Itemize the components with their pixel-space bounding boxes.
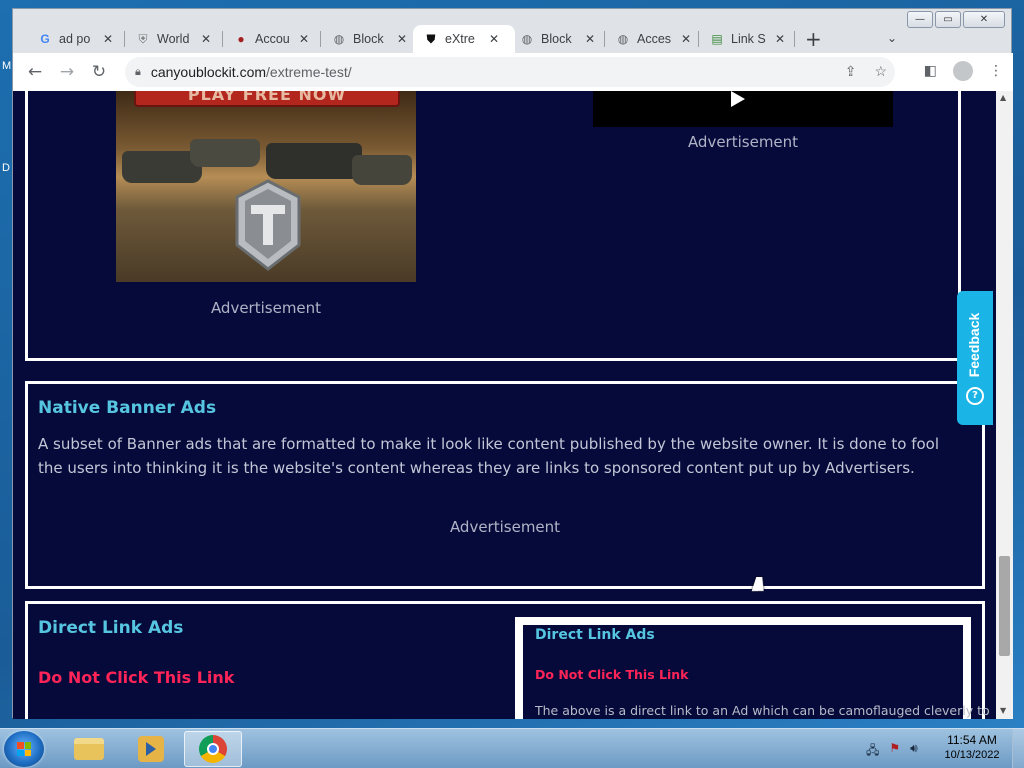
tab-blocked-1[interactable]: ◍ Block ✕	[321, 25, 419, 53]
tab-title: Link S	[731, 32, 766, 46]
desktop-icon-label: M	[2, 60, 12, 72]
close-tab-icon[interactable]: ✕	[583, 32, 597, 46]
close-tab-icon[interactable]: ✕	[199, 32, 213, 46]
tank-shape	[266, 143, 362, 179]
tab-account[interactable]: ● Accou ✕	[223, 25, 321, 53]
tank-shape	[352, 155, 412, 185]
tab-title: eXtre	[445, 32, 475, 46]
tab-title: World	[157, 32, 190, 46]
tab-title: ad po	[59, 32, 91, 46]
shield-icon: ⛊	[426, 31, 436, 46]
game-logo-icon	[235, 179, 301, 271]
media-player-icon	[138, 736, 164, 762]
volume-icon[interactable]: 🔊︎	[910, 741, 918, 762]
bookmark-star-icon[interactable]: ☆	[874, 63, 887, 80]
advertisement-label: Advertisement	[687, 133, 799, 151]
native-banner-ads-section: Native Banner Ads A subset of Banner ads…	[25, 381, 985, 589]
taskbar-media-player[interactable]	[122, 731, 180, 767]
tab-title: Accou	[255, 32, 290, 46]
tab-world[interactable]: ⛨ World ✕	[125, 25, 223, 53]
start-button[interactable]	[4, 731, 44, 767]
taskbar-chrome[interactable]	[184, 731, 242, 767]
tab-search-chevron-icon[interactable]: ⌄	[887, 31, 897, 45]
tab-ad-pop[interactable]: G ad po ✕	[27, 25, 125, 53]
tab-extreme-test[interactable]: ⛊ eXtre ✕	[413, 25, 515, 53]
scroll-thumb[interactable]	[999, 556, 1010, 656]
back-button[interactable]: ←	[21, 58, 49, 86]
address-bar[interactable]: 🔒︎ canyoublockit.com/extreme-test/ ⇪ ☆	[125, 57, 895, 87]
shield-icon: ⛨	[138, 31, 148, 46]
page-scrollbar[interactable]: ▲ ▼	[996, 91, 1013, 719]
link-icon: ▤	[711, 32, 723, 46]
globe-icon: ◍	[333, 32, 345, 46]
network-icon[interactable]: 🖧︎	[866, 741, 879, 762]
google-icon: G	[40, 32, 50, 46]
url-domain: canyoublockit.com	[150, 64, 267, 80]
tab-separator	[794, 31, 795, 47]
close-tab-icon[interactable]: ✕	[395, 32, 409, 46]
close-tab-icon[interactable]: ✕	[101, 32, 115, 46]
forward-button[interactable]: →	[53, 58, 81, 86]
taskbar-explorer[interactable]	[60, 731, 118, 767]
clock-time: 11:54 AM	[947, 733, 997, 747]
browser-window: — ▭ ✕ G ad po ✕ ⛨ World ✕ ● Accou ✕ ◍ Bl…	[12, 8, 1013, 719]
tab-blocked-2[interactable]: ◍ Block ✕	[509, 25, 605, 53]
windows-logo-icon	[17, 742, 31, 756]
video-ad-player[interactable]	[593, 91, 893, 127]
new-tab-button[interactable]: +	[805, 29, 822, 49]
direct-link-example-box: Direct Link Ads Do Not Click This Link T…	[515, 617, 990, 719]
example-description: The above is a direct link to an Ad whic…	[535, 703, 990, 718]
close-tab-icon[interactable]: ✕	[773, 32, 787, 46]
example-title: Direct Link Ads	[535, 627, 655, 643]
tab-title: Block	[541, 32, 572, 46]
feedback-button[interactable]: Feedback ?	[957, 291, 993, 425]
toolbar-right: ◧ ⋮	[924, 61, 1003, 81]
scroll-down-arrow-icon[interactable]: ▼	[1000, 706, 1006, 715]
show-desktop-button[interactable]	[1012, 729, 1024, 768]
do-not-click-link[interactable]: Do Not Click This Link	[38, 668, 234, 687]
feedback-chat-icon: ?	[966, 387, 984, 405]
example-do-not-click-link[interactable]: Do Not Click This Link	[535, 667, 688, 682]
scroll-up-arrow-icon[interactable]: ▲	[1000, 93, 1006, 102]
clock-date: 10/13/2022	[944, 749, 1000, 761]
browser-toolbar: ← → ↻ 🔒︎ canyoublockit.com/extreme-test/…	[13, 53, 1013, 91]
advertisement-label: Advertisement	[210, 299, 322, 317]
section-title: Direct Link Ads	[38, 618, 184, 638]
desktop-icon-label: D	[2, 162, 10, 174]
globe-icon: ◍	[617, 32, 629, 46]
reload-button[interactable]: ↻	[85, 58, 113, 86]
more-menu-icon[interactable]: ⋮	[989, 63, 1003, 79]
section-description: A subset of Banner ads that are formatte…	[38, 435, 940, 477]
chrome-icon	[199, 735, 227, 763]
side-panel-icon[interactable]: ◧	[924, 63, 937, 79]
globe-icon: ◍	[521, 32, 533, 46]
action-center-flag-icon[interactable]: ⚑	[889, 741, 900, 762]
folder-icon	[74, 738, 104, 760]
tab-link[interactable]: ▤ Link S ✕	[699, 25, 795, 53]
tab-title: Block	[353, 32, 384, 46]
close-tab-icon[interactable]: ✕	[297, 32, 311, 46]
close-tab-icon[interactable]: ✕	[487, 32, 501, 46]
feedback-label: Feedback	[966, 312, 982, 378]
url-path: /extreme-test/	[266, 64, 352, 80]
profile-avatar-icon[interactable]	[953, 61, 973, 81]
omnibox-actions: ⇪ ☆	[845, 63, 887, 80]
tank-shape	[190, 139, 260, 167]
circle-logo-icon: ●	[237, 32, 245, 46]
section-title: Native Banner Ads	[38, 398, 217, 418]
close-tab-icon[interactable]: ✕	[679, 32, 693, 46]
system-tray: 🖧︎ ⚑ 🔊︎	[866, 741, 918, 762]
lock-icon[interactable]: 🔒︎	[135, 66, 141, 79]
share-icon[interactable]: ⇪	[845, 63, 857, 80]
tank-game-ad-image[interactable]: PLAY FREE NOW	[116, 91, 416, 282]
tab-access[interactable]: ◍ Acces ✕	[605, 25, 699, 53]
tab-strip: G ad po ✕ ⛨ World ✕ ● Accou ✕ ◍ Block ✕ …	[13, 21, 1013, 53]
ad-banner-text: PLAY FREE NOW	[134, 91, 400, 107]
advertisement-label: Advertisement	[449, 518, 561, 536]
page-viewport: PLAY FREE NOW Advertisement Advertisemen…	[13, 91, 1013, 719]
system-clock[interactable]: 11:54 AM 10/13/2022	[936, 733, 1008, 761]
tab-title: Acces	[637, 32, 672, 46]
play-icon[interactable]	[731, 91, 745, 107]
taskbar: 🖧︎ ⚑ 🔊︎ 11:54 AM 10/13/2022	[0, 728, 1024, 768]
